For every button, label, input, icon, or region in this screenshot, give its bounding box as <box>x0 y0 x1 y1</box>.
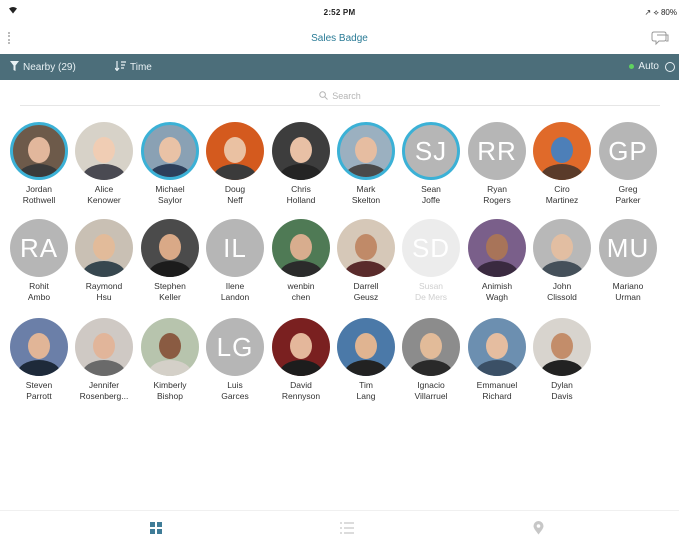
first-name: Greg <box>618 184 638 194</box>
avatar: SJ <box>402 122 460 180</box>
profile-photo <box>148 137 192 177</box>
profile-photo <box>213 137 257 180</box>
avatar <box>533 122 591 180</box>
avatar-initials: LG <box>216 332 254 362</box>
profile-photo <box>148 333 192 376</box>
profile-photo <box>279 137 323 180</box>
avatar <box>533 219 591 277</box>
profile-photo <box>17 137 61 177</box>
page-title: Sales Badge <box>311 33 368 44</box>
profile-photo <box>540 137 584 180</box>
sort-label: Time <box>130 62 152 73</box>
people-grid: Jordan Rothwell Alice Kenower Michael Saylor D… <box>0 122 679 422</box>
avatar: LG <box>206 318 264 376</box>
profile-photo <box>540 333 584 376</box>
avatar <box>141 122 199 180</box>
avatar <box>141 219 199 277</box>
avatar <box>75 122 133 180</box>
profile-photo <box>344 333 388 376</box>
avatar <box>10 122 68 180</box>
sort-button[interactable]: Time <box>114 61 152 74</box>
list-icon[interactable] <box>340 521 354 535</box>
profile-photo <box>344 137 388 177</box>
person-name: Greg Parker <box>588 184 668 206</box>
last-name: Urman <box>615 292 641 302</box>
last-name: Parker <box>615 195 641 205</box>
profile-photo <box>344 234 388 277</box>
first-name: Mariano <box>612 281 644 291</box>
auto-toggle[interactable]: Auto <box>629 61 675 72</box>
profile-photo <box>17 333 61 376</box>
avatar <box>337 122 395 180</box>
avatar: RA <box>10 219 68 277</box>
tab-bar <box>0 510 679 540</box>
profile-photo <box>279 333 323 376</box>
avatar-initials: SJ <box>414 136 448 166</box>
avatar <box>272 122 330 180</box>
avatar <box>206 122 264 180</box>
nav-bar: Sales Badge <box>0 26 679 52</box>
avatar <box>402 318 460 376</box>
profile-photo <box>409 333 453 376</box>
profile-photo <box>82 333 126 376</box>
profile-photo <box>82 137 126 180</box>
avatar <box>75 318 133 376</box>
map-pin-icon[interactable] <box>533 521 547 535</box>
avatar <box>468 219 526 277</box>
person-card[interactable]: Dylan Davis <box>522 318 602 402</box>
avatar-initials: SD <box>411 233 451 263</box>
avatar <box>10 318 68 376</box>
avatar-initials: RA <box>19 233 59 263</box>
status-dot-icon <box>629 64 635 69</box>
avatar: GP <box>599 122 657 180</box>
person-card[interactable]: GP Greg Parker <box>588 122 668 206</box>
status-battery: ↗ ⟡ 80% <box>644 8 677 17</box>
avatar <box>533 318 591 376</box>
profile-photo <box>148 234 192 277</box>
search-input[interactable]: Search <box>20 87 660 106</box>
avatar <box>337 318 395 376</box>
search-icon <box>319 90 329 102</box>
filter-icon <box>10 61 19 74</box>
sort-icon <box>114 61 126 74</box>
avatar <box>75 219 133 277</box>
auto-label: Auto <box>638 61 659 72</box>
avatar <box>272 219 330 277</box>
refresh-icon <box>665 61 675 72</box>
avatar: RR <box>468 122 526 180</box>
avatar: IL <box>206 219 264 277</box>
profile-photo <box>475 234 519 277</box>
first-name: Dylan <box>551 380 573 390</box>
profile-photo <box>82 234 126 277</box>
person-card[interactable]: MU Mariano Urman <box>588 219 668 303</box>
avatar: MU <box>599 219 657 277</box>
nearby-label: Nearby (29) <box>23 62 76 73</box>
person-name: Dylan Davis <box>522 380 602 402</box>
avatar <box>468 318 526 376</box>
avatar <box>141 318 199 376</box>
profile-photo <box>279 234 323 277</box>
profile-photo <box>475 333 519 376</box>
status-bar: 2:52 PM ↗ ⟡ 80% <box>0 0 679 26</box>
avatar: SD <box>402 219 460 277</box>
grid-icon[interactable] <box>150 521 164 535</box>
nearby-filter-button[interactable]: Nearby (29) <box>10 61 76 74</box>
avatar-initials: MU <box>606 233 650 263</box>
profile-photo <box>540 234 584 277</box>
filter-bar: Nearby (29) Time Auto <box>0 54 679 80</box>
chat-icon[interactable] <box>651 30 669 46</box>
status-time: 2:52 PM <box>323 8 356 17</box>
avatar-initials: IL <box>223 233 247 263</box>
last-name: Davis <box>551 391 573 401</box>
avatar <box>337 219 395 277</box>
avatar <box>272 318 330 376</box>
avatar-initials: GP <box>608 136 648 166</box>
avatar-initials: RR <box>477 136 517 166</box>
person-name: Mariano Urman <box>588 281 668 303</box>
search-placeholder: Search <box>332 91 361 101</box>
